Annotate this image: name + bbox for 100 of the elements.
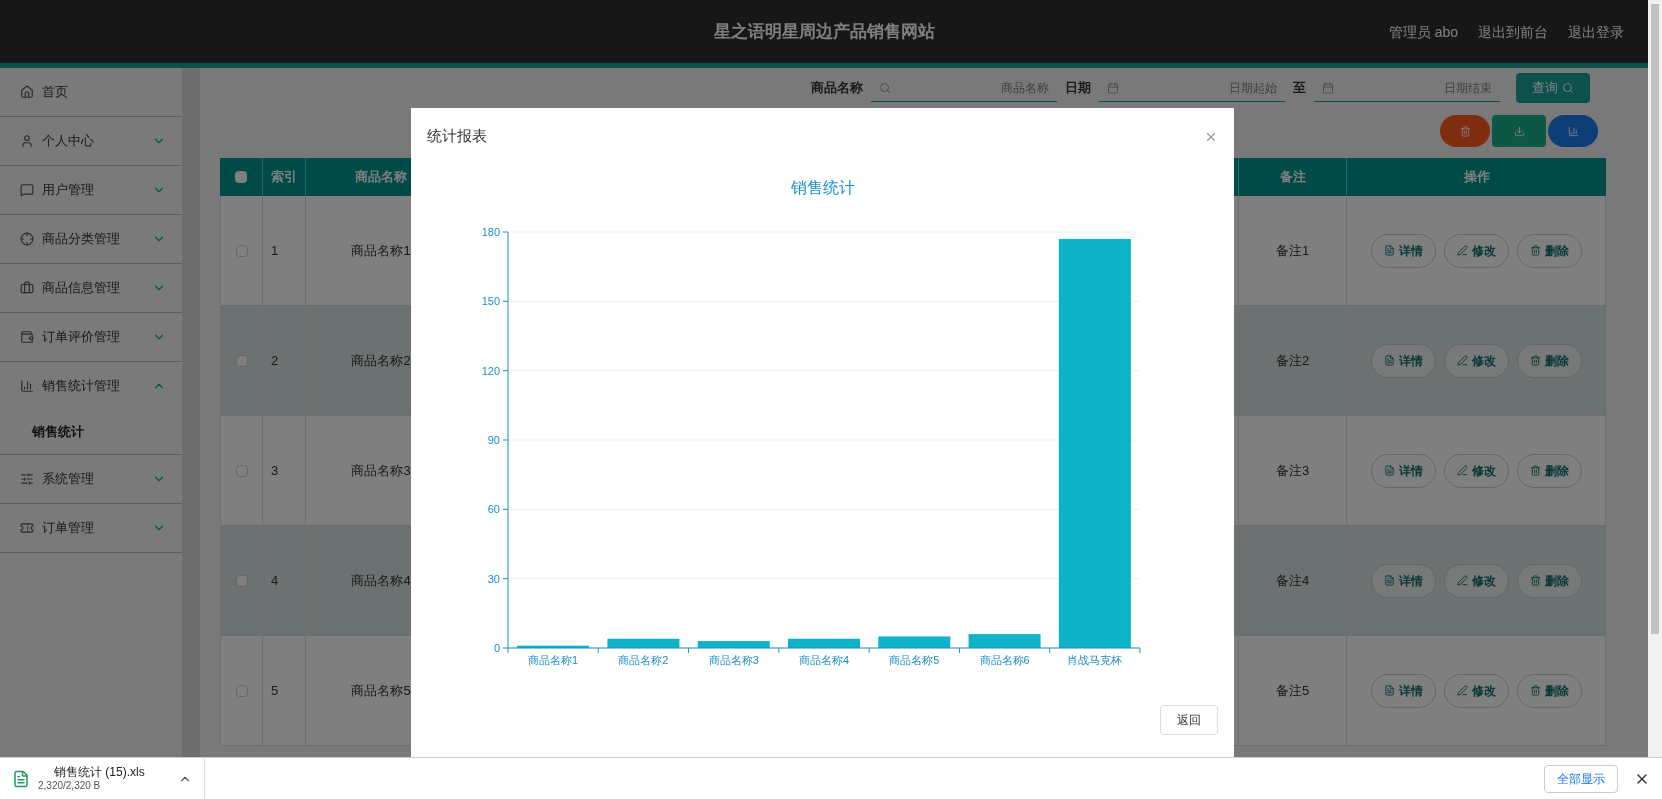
- statistics-button[interactable]: [1548, 115, 1598, 147]
- table-cell-text: 3: [271, 461, 279, 480]
- y-tick-label: 0: [493, 642, 500, 654]
- scrollbar[interactable]: [1648, 0, 1662, 757]
- document-icon: [1383, 245, 1395, 256]
- search-field[interactable]: 商品名称: [899, 78, 1049, 97]
- trash-icon: [1529, 355, 1541, 366]
- sliders-icon: [20, 472, 34, 486]
- pencil-icon: [1456, 245, 1468, 256]
- y-tick-label: 30: [487, 572, 500, 585]
- x-tick-label: 肖战马克杯: [1067, 654, 1123, 666]
- crosshair-icon: [20, 232, 34, 246]
- sidebar-item[interactable]: 订单管理: [0, 504, 182, 552]
- trash-icon: [1529, 465, 1541, 476]
- column-header: 商品名称: [354, 168, 408, 187]
- table-cell-text: 4: [271, 571, 279, 590]
- y-tick-label: 120: [481, 364, 500, 377]
- header-link[interactable]: 管理员 abo: [1388, 21, 1458, 42]
- download-item[interactable]: 销售统计 (15).xls 2,320/2,320 B: [0, 758, 205, 799]
- search-icon: [1562, 82, 1574, 94]
- site-title: 星之语明星周边产品销售网站: [713, 20, 935, 43]
- trash-icon: [1529, 245, 1541, 256]
- row-checkbox[interactable]: [235, 684, 248, 697]
- message-icon: [20, 183, 34, 197]
- briefcase-icon: [20, 281, 34, 295]
- document-icon: [1383, 355, 1395, 366]
- y-tick-label: 60: [487, 503, 500, 516]
- x-tick-label: 商品名称3: [708, 654, 759, 666]
- table-cell-text: 备注1: [1275, 241, 1310, 260]
- y-tick-label: 180: [481, 226, 500, 238]
- table-cell-text: 2: [271, 351, 279, 370]
- pencil-icon: [1456, 685, 1468, 696]
- x-tick-label: 商品名称6: [979, 654, 1030, 666]
- pencil-icon: [1456, 465, 1468, 476]
- sidebar-item[interactable]: 个人中心: [0, 117, 182, 165]
- row-checkbox[interactable]: [235, 244, 248, 257]
- table-cell-text: 商品名称5: [351, 681, 411, 700]
- x-tick-label: 商品名称4: [798, 654, 850, 666]
- home-icon: [20, 85, 34, 99]
- table-cell-text: 1: [271, 241, 279, 260]
- sidebar-item[interactable]: 首页: [0, 68, 182, 116]
- file-name: 销售统计 (15).xls: [53, 764, 146, 780]
- document-icon: [1383, 685, 1395, 696]
- sidebar-item[interactable]: 商品分类管理: [0, 215, 182, 263]
- sidebar-item[interactable]: 销售统计管理: [0, 362, 182, 410]
- table-cell-text: 5: [271, 681, 279, 700]
- table-cell-text: 备注5: [1275, 681, 1310, 700]
- field-label: 商品名称: [811, 79, 863, 98]
- column-header: 操作: [1462, 168, 1491, 187]
- spreadsheet-file-icon: [12, 769, 30, 788]
- pencil-icon: [1456, 355, 1468, 366]
- search-icon: [879, 81, 891, 94]
- chart-title: 销售统计: [790, 179, 855, 196]
- ticket-icon: [20, 521, 34, 535]
- x-tick-label: 商品名称1: [528, 654, 579, 666]
- document-icon: [1383, 575, 1395, 586]
- table-cell-text: 商品名称4: [351, 571, 411, 590]
- sidebar-item[interactable]: 系统管理: [0, 455, 182, 503]
- calendar-icon: [1322, 81, 1334, 94]
- bar-chart-icon: [20, 379, 34, 393]
- x-tick-label: 商品名称2: [618, 654, 669, 666]
- sidebar-item[interactable]: 商品信息管理: [0, 264, 182, 312]
- download-icon: [1513, 125, 1525, 137]
- header-link[interactable]: 退出登录: [1568, 21, 1624, 42]
- table-cell-text: 备注2: [1275, 351, 1310, 370]
- table-cell-text: 商品名称3: [351, 461, 411, 480]
- table-cell-text: 商品名称2: [351, 351, 411, 370]
- trash-icon: [1529, 685, 1541, 696]
- table-cell-text: 备注3: [1275, 461, 1310, 480]
- sidebar-item[interactable]: 订单评价管理: [0, 313, 182, 361]
- back-button[interactable]: 返回: [1160, 705, 1218, 735]
- header-checkbox[interactable]: [235, 171, 247, 183]
- trash-icon: [1529, 575, 1541, 586]
- y-tick-label: 90: [487, 434, 500, 446]
- table-cell-text: 商品名称1: [351, 241, 411, 260]
- bar: [788, 638, 860, 648]
- x-tick-label: 商品名称5: [889, 654, 940, 666]
- sidebar-subitem[interactable]: 销售统计: [0, 410, 182, 454]
- pencil-icon: [1456, 575, 1468, 586]
- table-cell-text: 备注4: [1275, 571, 1310, 590]
- sidebar-item[interactable]: 用户管理: [0, 166, 182, 214]
- header-link[interactable]: 退出到前台: [1478, 21, 1548, 42]
- show-all-button[interactable]: 全部显示: [1544, 764, 1618, 793]
- row-checkbox[interactable]: [235, 354, 248, 367]
- bar-chart-icon: [1567, 125, 1579, 137]
- calendar-icon: [1107, 81, 1119, 94]
- y-tick-label: 150: [481, 295, 500, 308]
- field-label: 至: [1293, 79, 1306, 98]
- document-icon: [1383, 465, 1395, 476]
- modal-title: 统计报表: [427, 126, 487, 147]
- wallet-icon: [20, 330, 34, 344]
- field-label: 日期: [1065, 79, 1091, 98]
- row-checkbox[interactable]: [235, 464, 248, 477]
- export-button[interactable]: [1492, 115, 1546, 147]
- row-checkbox[interactable]: [235, 574, 248, 587]
- delete-button[interactable]: [1440, 115, 1490, 147]
- file-size: 2,320/2,320 B: [38, 779, 102, 793]
- trash-icon: [1459, 125, 1471, 137]
- query-button[interactable]: 查询: [1516, 73, 1590, 103]
- user-icon: [20, 134, 34, 148]
